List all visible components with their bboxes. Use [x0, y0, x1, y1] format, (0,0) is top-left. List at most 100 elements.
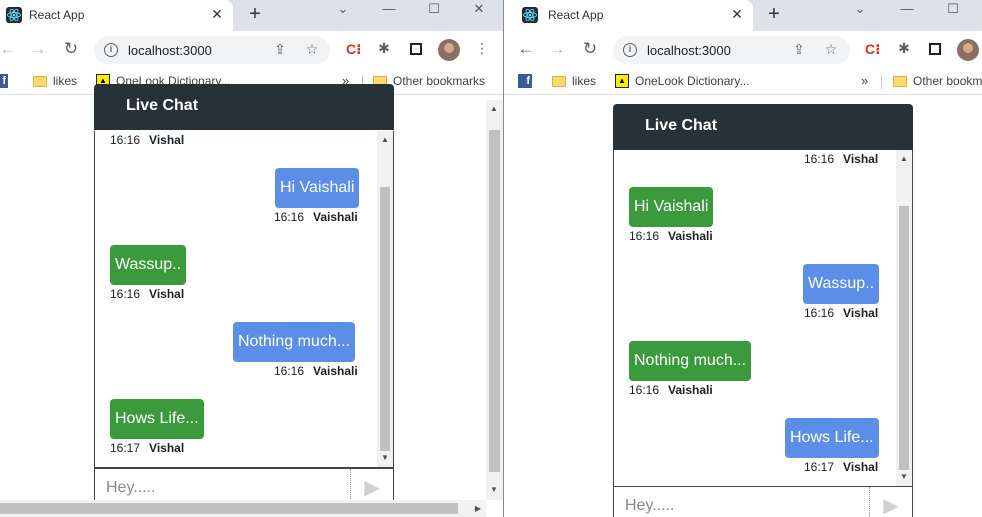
- forward-icon[interactable]: →: [547, 39, 567, 59]
- scroll-up-icon[interactable]: ▲: [896, 152, 912, 166]
- info-icon[interactable]: i: [623, 43, 637, 57]
- bookmark-onelook[interactable]: ▲ OneLook Dictionary...: [615, 74, 750, 88]
- chat-title: Live Chat: [645, 117, 718, 134]
- share-icon[interactable]: ⇪: [791, 41, 807, 58]
- message-meta: 16:16 Vishal: [110, 287, 184, 301]
- side-panel-icon[interactable]: [929, 43, 941, 55]
- minimize-icon[interactable]: —: [380, 1, 398, 16]
- message-meta: 16:17 Vishal: [110, 441, 184, 455]
- extension-c-icon[interactable]: C⁝: [865, 41, 880, 58]
- message-bubble: Nothing much...: [233, 322, 356, 362]
- message-time: 16:17: [804, 460, 835, 474]
- page-scrollbar-horizontal[interactable]: ▶: [0, 500, 486, 517]
- maximize-icon[interactable]: ☐: [425, 1, 443, 17]
- bookmark-label: likes: [572, 74, 597, 88]
- message-bubble: Hi Vaishali: [629, 187, 714, 227]
- forward-icon[interactable]: →: [28, 39, 48, 59]
- minimize-icon[interactable]: —: [898, 1, 916, 16]
- chevron-down-icon[interactable]: ⌄: [851, 1, 869, 17]
- message-time: 16:16: [804, 306, 835, 320]
- extension-c-icon[interactable]: C⁝: [346, 41, 361, 58]
- message-author: Vishal: [149, 133, 185, 147]
- chat-messages[interactable]: 16:16 Vishal Hi Vaishali 16:16 Vaishali Wa…: [613, 150, 913, 487]
- chat-scrollbar[interactable]: ▲ ▼: [896, 150, 912, 486]
- tab-react-app[interactable]: React App ✕: [0, 0, 233, 31]
- scroll-up-icon[interactable]: ▲: [486, 102, 502, 116]
- url-text: localhost:3000: [647, 43, 731, 58]
- message-author: Vaishali: [668, 229, 713, 243]
- address-bar[interactable]: i localhost:3000 ⇪ ☆: [94, 36, 330, 64]
- bookmark-label: OneLook Dictionary...: [635, 74, 750, 88]
- bookmark-other[interactable]: Other bookm: [893, 74, 982, 88]
- close-icon[interactable]: ✕: [209, 6, 225, 23]
- avatar[interactable]: [957, 39, 979, 61]
- info-icon[interactable]: i: [104, 43, 118, 57]
- reload-icon[interactable]: ↻: [580, 39, 600, 59]
- message-time: 16:16: [629, 383, 660, 397]
- message-time: 16:16: [274, 364, 305, 378]
- bookmark-facebook[interactable]: f: [518, 74, 532, 88]
- chat-scrollbar[interactable]: ▲ ▼: [377, 131, 393, 467]
- url-text: localhost:3000: [128, 43, 212, 58]
- scroll-down-icon[interactable]: ▼: [896, 470, 912, 484]
- bookmark-facebook[interactable]: f: [0, 74, 8, 88]
- message-meta: 16:16 Vaishali: [629, 383, 713, 397]
- bookmarks-overflow-icon[interactable]: »: [861, 73, 868, 88]
- send-button[interactable]: ▶: [869, 487, 912, 517]
- share-icon[interactable]: ⇪: [272, 41, 288, 58]
- message-input[interactable]: [614, 487, 870, 517]
- bookmark-label: likes: [53, 74, 78, 88]
- scroll-thumb[interactable]: [489, 130, 500, 472]
- side-panel-icon[interactable]: [410, 43, 422, 55]
- tab-title: React App: [29, 8, 85, 22]
- puzzle-icon[interactable]: ✱: [895, 40, 913, 57]
- tab-strip: React App ✕ + ⌄ — ☐: [504, 0, 982, 31]
- message-author: Vaishali: [313, 364, 358, 378]
- close-icon[interactable]: ✕: [729, 6, 745, 23]
- browser-window-right: React App ✕ + ⌄ — ☐ ← → ↻ i localhost:30…: [504, 0, 982, 517]
- message-bubble: Wassup..: [110, 245, 187, 285]
- scroll-thumb[interactable]: [380, 187, 390, 451]
- message-time: 16:16: [804, 152, 835, 166]
- scroll-thumb[interactable]: [0, 503, 458, 514]
- maximize-icon[interactable]: ☐: [944, 1, 962, 17]
- menu-icon[interactable]: ⋮: [473, 40, 491, 57]
- scroll-up-icon[interactable]: ▲: [377, 133, 393, 147]
- close-window-icon[interactable]: ✕: [470, 1, 488, 17]
- scroll-down-icon[interactable]: ▼: [486, 483, 502, 497]
- new-tab-button[interactable]: +: [245, 3, 265, 26]
- message-input-row: ▶: [613, 486, 913, 517]
- message-meta: 16:16 Vaishali: [274, 364, 358, 378]
- scroll-thumb[interactable]: [899, 206, 909, 470]
- message-meta: 16:16 Vishal: [804, 306, 878, 320]
- back-icon[interactable]: ←: [516, 39, 536, 59]
- star-icon[interactable]: ☆: [823, 41, 839, 58]
- chevron-down-icon[interactable]: ⌄: [334, 1, 352, 17]
- message-author: Vishal: [149, 287, 185, 301]
- address-bar[interactable]: i localhost:3000 ⇪ ☆: [613, 36, 850, 64]
- scroll-down-icon[interactable]: ▼: [377, 451, 393, 465]
- bookmark-likes[interactable]: likes: [552, 74, 596, 88]
- message-bubble: Wassup..: [803, 264, 880, 304]
- bookmarks-bar: f likes ▲ OneLook Dictionary... » Other b…: [504, 69, 982, 95]
- bookmark-likes[interactable]: likes: [33, 74, 77, 88]
- chat-header: Live Chat: [613, 104, 913, 150]
- message-meta: 16:16 Vaishali: [629, 229, 713, 243]
- tab-react-app[interactable]: React App ✕: [504, 0, 753, 31]
- new-tab-button[interactable]: +: [764, 3, 784, 26]
- scroll-right-icon[interactable]: ▶: [470, 502, 486, 516]
- reload-icon[interactable]: ↻: [61, 39, 81, 59]
- star-icon[interactable]: ☆: [304, 41, 320, 58]
- tab-title: React App: [548, 8, 604, 22]
- message-author: Vaishali: [668, 383, 713, 397]
- back-icon[interactable]: ←: [0, 39, 18, 59]
- facebook-icon: f: [0, 74, 8, 88]
- avatar[interactable]: [438, 39, 460, 61]
- puzzle-icon[interactable]: ✱: [375, 40, 393, 57]
- bookmark-label: Other bookmarks: [393, 74, 486, 88]
- message-meta: 16:17 Vishal: [804, 460, 878, 474]
- folder-icon: [893, 75, 907, 87]
- chat-messages[interactable]: 16:16 Vishal Hi Vaishali 16:16 Vaishali Wa…: [94, 131, 394, 468]
- page-scrollbar-vertical[interactable]: ▲ ▼: [486, 100, 503, 500]
- react-icon: [6, 7, 22, 23]
